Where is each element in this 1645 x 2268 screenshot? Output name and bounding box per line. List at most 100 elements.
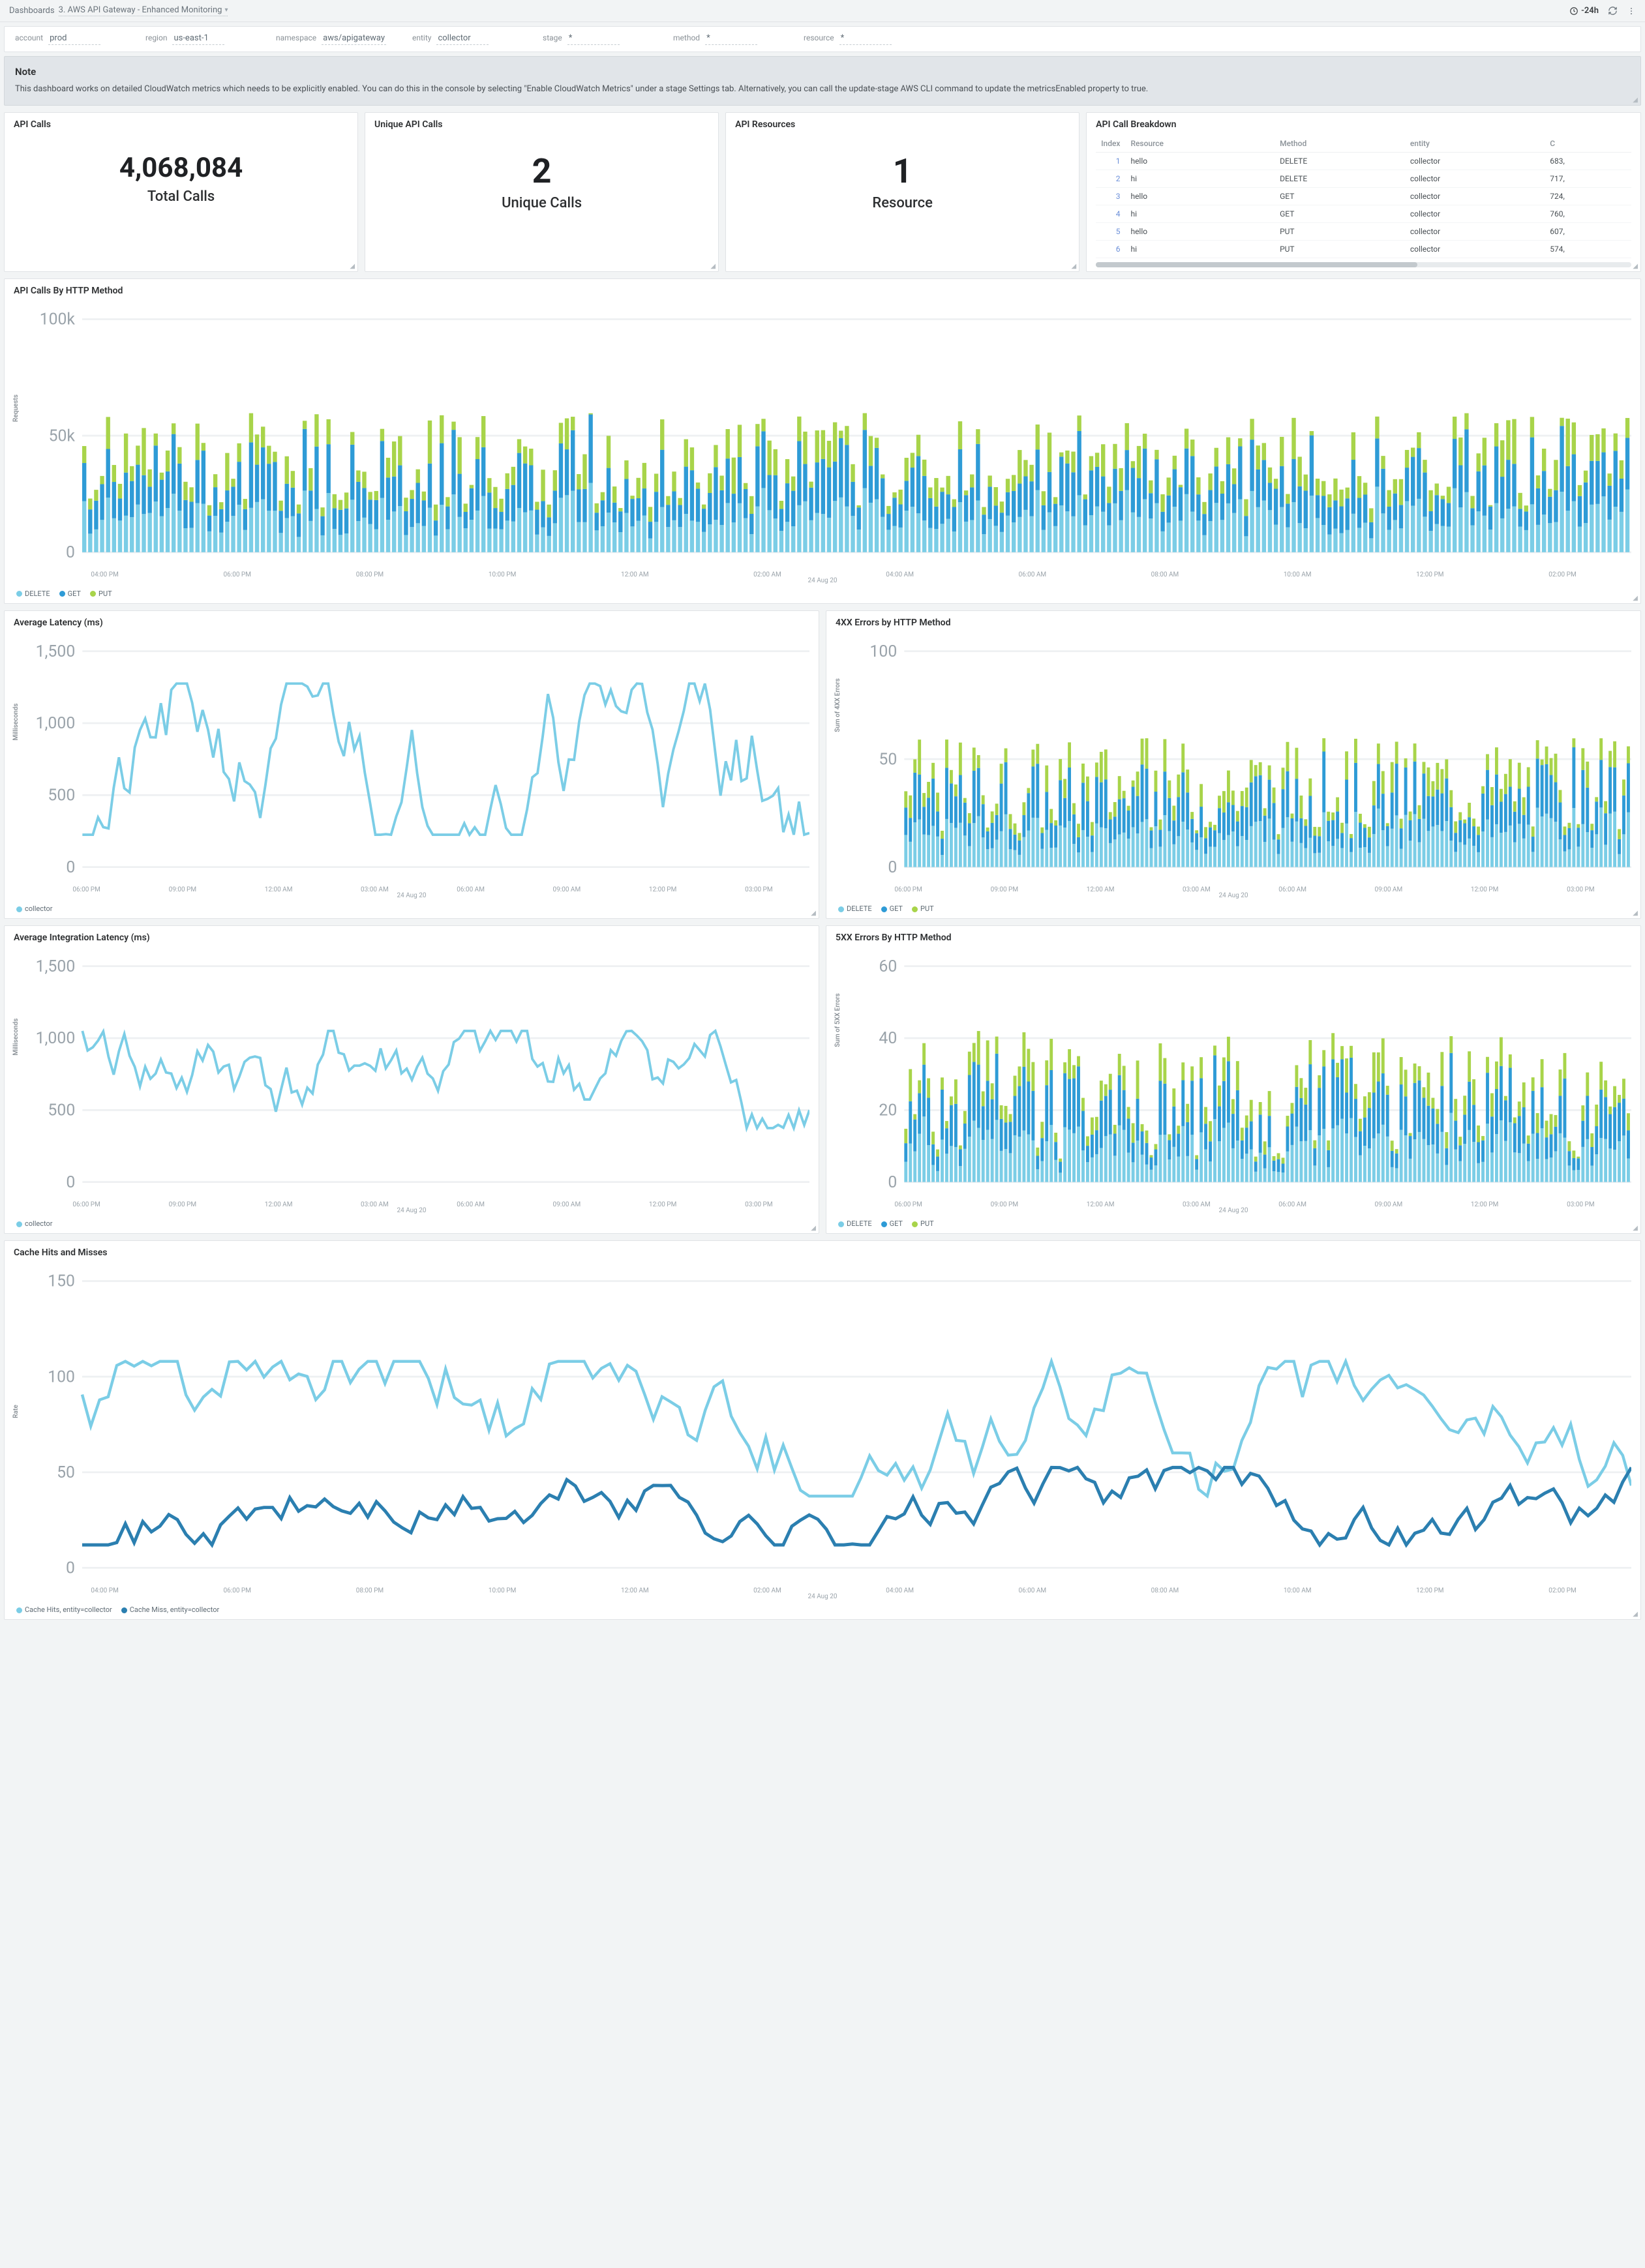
card-title: API Call Breakdown xyxy=(1096,119,1631,130)
resize-handle-icon[interactable]: ◢ xyxy=(1633,263,1638,270)
legend-item[interactable]: PUT xyxy=(912,1219,934,1228)
legend-item[interactable]: DELETE xyxy=(838,1219,872,1228)
cell-resource: hello xyxy=(1125,152,1275,170)
legend-item[interactable]: Cache Miss, entity=collector xyxy=(121,1605,220,1614)
filter-resource[interactable]: resource * xyxy=(804,33,908,45)
x-tick: 12:00 PM xyxy=(1437,1201,1533,1208)
legend-item[interactable]: DELETE xyxy=(838,904,872,913)
filter-account[interactable]: accountprod xyxy=(15,33,119,45)
x-tick: 12:00 AM xyxy=(569,1587,701,1594)
refresh-button[interactable] xyxy=(1608,6,1618,16)
filter-namespace[interactable]: namespace aws/apigateway xyxy=(276,33,386,45)
time-range-picker[interactable]: -24h xyxy=(1569,6,1599,16)
x-tick: 06:00 PM xyxy=(171,571,303,578)
table-header[interactable]: C xyxy=(1545,135,1631,153)
x-tick: 08:00 AM xyxy=(1098,1587,1231,1594)
svg-text:0: 0 xyxy=(66,858,75,877)
x-tick: 06:00 AM xyxy=(1245,886,1340,893)
filter-method[interactable]: method* xyxy=(673,33,777,45)
filter-value[interactable]: * xyxy=(567,33,620,45)
legend-item[interactable]: DELETE xyxy=(16,589,50,598)
resize-handle-icon[interactable]: ◢ xyxy=(1633,595,1638,602)
resize-handle-icon[interactable]: ◢ xyxy=(811,910,816,917)
card-5xx-errors: 5XX Errors By HTTP Method Sum of 5XX Err… xyxy=(826,925,1641,1234)
card-avg-int-latency: Average Integration Latency (ms) Millise… xyxy=(4,925,819,1234)
resize-handle-icon[interactable]: ◢ xyxy=(1633,97,1638,104)
resize-handle-icon[interactable]: ◢ xyxy=(811,1225,816,1232)
table-header[interactable]: Method xyxy=(1275,135,1405,153)
filter-region[interactable]: region us-east-1 xyxy=(145,33,250,45)
svg-text:0: 0 xyxy=(66,1559,75,1578)
card-title: API Calls By HTTP Method xyxy=(14,286,1631,296)
top-bar: Dashboards 3. AWS API Gateway - Enhanced… xyxy=(0,0,1645,22)
card-cache: Cache Hits and Misses Rate 150100500 04:… xyxy=(4,1240,1641,1620)
horizontal-scrollbar[interactable] xyxy=(1096,262,1631,267)
table-row[interactable]: 2hiDELETEcollector717, xyxy=(1096,170,1631,187)
card-title: 4XX Errors by HTTP Method xyxy=(836,618,1631,628)
table-header[interactable]: Index xyxy=(1096,135,1125,153)
breakdown-table: IndexResourceMethodentityC 1helloDELETEc… xyxy=(1096,135,1631,258)
legend-swatch xyxy=(90,591,96,597)
legend-swatch xyxy=(16,591,22,597)
filter-value[interactable]: * xyxy=(705,33,757,45)
resize-handle-icon[interactable]: ◢ xyxy=(1071,263,1076,270)
resize-handle-icon[interactable]: ◢ xyxy=(1633,1611,1638,1618)
cell-entity: collector xyxy=(1405,222,1545,240)
x-tick: 06:00 PM xyxy=(171,1587,303,1594)
table-row[interactable]: 5helloPUTcollector607, xyxy=(1096,222,1631,240)
breadcrumb: Dashboards 3. AWS API Gateway - Enhanced… xyxy=(9,5,228,16)
y-axis-label: Milliseconds xyxy=(12,704,20,741)
resize-handle-icon[interactable]: ◢ xyxy=(350,263,355,270)
table-row[interactable]: 1helloDELETEcollector683, xyxy=(1096,152,1631,170)
legend-swatch xyxy=(838,1221,844,1227)
filter-label: region xyxy=(145,33,167,42)
chart-legend: DELETE GET PUT xyxy=(836,1214,1631,1229)
legend-item[interactable]: collector xyxy=(16,904,52,913)
legend-item[interactable]: collector xyxy=(16,1219,52,1228)
filter-label: namespace xyxy=(276,33,316,42)
table-row[interactable]: 6hiPUTcollector574, xyxy=(1096,240,1631,258)
table-row[interactable]: 3helloGETcollector724, xyxy=(1096,187,1631,205)
x-tick: 10:00 AM xyxy=(1231,571,1364,578)
chart-svg[interactable]: 100k50k0 xyxy=(18,301,1631,570)
table-header[interactable]: entity xyxy=(1405,135,1545,153)
legend-item[interactable]: GET xyxy=(59,589,81,598)
x-tick: 06:00 AM xyxy=(423,1201,519,1208)
stat-label: Unique Calls xyxy=(374,195,709,211)
chart-svg[interactable]: 1,5001,0005000 xyxy=(18,948,809,1200)
kebab-menu[interactable] xyxy=(1627,7,1636,16)
card-unique-calls: Unique API Calls 2 Unique Calls ◢ xyxy=(365,112,719,272)
filter-value[interactable]: us-east-1 xyxy=(172,33,224,45)
stat-value: 1 xyxy=(735,155,1070,188)
legend-item[interactable]: PUT xyxy=(90,589,112,598)
chart-svg[interactable]: 6040200 xyxy=(839,948,1631,1200)
legend-item[interactable]: GET xyxy=(881,904,903,913)
chart-svg[interactable]: 1,5001,0005000 xyxy=(18,633,809,885)
breadcrumb-root[interactable]: Dashboards xyxy=(9,6,55,16)
chart-svg[interactable]: 150100500 xyxy=(18,1263,1631,1586)
x-tick: 12:00 PM xyxy=(615,1201,711,1208)
filter-value[interactable]: prod xyxy=(48,33,100,45)
legend-item[interactable]: Cache Hits, entity=collector xyxy=(16,1605,112,1614)
legend-item[interactable]: PUT xyxy=(912,904,934,913)
resize-handle-icon[interactable]: ◢ xyxy=(1633,910,1638,917)
filter-entity[interactable]: entitycollector xyxy=(412,33,517,45)
table-header[interactable]: Resource xyxy=(1125,135,1275,153)
filter-label: resource xyxy=(804,33,834,42)
table-row[interactable]: 4hiGETcollector760, xyxy=(1096,205,1631,222)
cell-count: 683, xyxy=(1545,152,1631,170)
resize-handle-icon[interactable]: ◢ xyxy=(710,263,716,270)
filter-value[interactable]: aws/apigateway xyxy=(322,33,386,45)
chart-svg[interactable]: 100500 xyxy=(839,633,1631,885)
legend-swatch xyxy=(16,906,22,912)
svg-text:100: 100 xyxy=(48,1368,75,1387)
filter-value[interactable]: * xyxy=(839,33,892,45)
resize-handle-icon[interactable]: ◢ xyxy=(1633,1225,1638,1232)
kebab-icon xyxy=(1627,7,1636,16)
breadcrumb-title[interactable]: 3. AWS API Gateway - Enhanced Monitoring… xyxy=(59,5,228,16)
x-tick: 12:00 PM xyxy=(615,886,711,893)
filter-stage[interactable]: stage* xyxy=(543,33,647,45)
x-tick: 06:00 PM xyxy=(38,1201,134,1208)
legend-item[interactable]: GET xyxy=(881,1219,903,1228)
filter-value[interactable]: collector xyxy=(436,33,489,45)
